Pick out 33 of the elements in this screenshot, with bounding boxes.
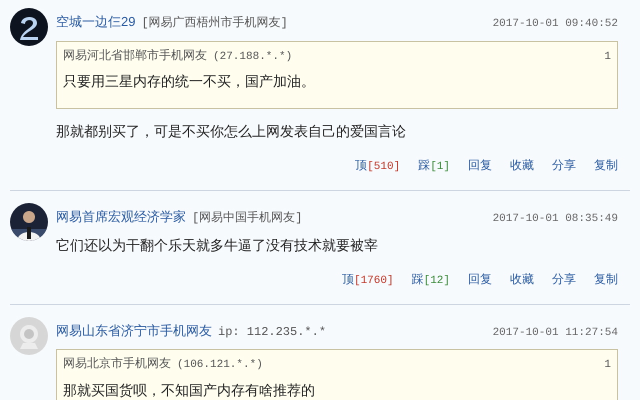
quote-text: 只要用三星内存的统一不买，国产加油。 (63, 72, 316, 91)
action-link[interactable]: 复制 (594, 270, 618, 290)
quote-author: 网易河北省邯郸市手机网友 (63, 46, 207, 64)
downvote-link[interactable]: 踩[12] (412, 270, 450, 290)
user-location: [网易广西梧州市手机网友] (141, 15, 288, 32)
action-link[interactable]: 回复 (468, 270, 492, 290)
user-location: [网易中国手机网友] (192, 210, 302, 226)
username-link[interactable]: 网易山东省济宁市手机网友 (56, 320, 212, 340)
downvote-link[interactable]: 踩[1] (418, 156, 450, 176)
action-link[interactable]: 收藏 (510, 156, 534, 176)
avatar-logo-icon (10, 8, 48, 46)
comment-text: 它们还以为干翻个乐天就多牛逼了没有技术就要被宰 (56, 236, 379, 255)
action-link[interactable]: 分享 (552, 156, 576, 176)
default-avatar-icon (10, 316, 48, 354)
action-link[interactable]: 复制 (594, 156, 618, 176)
floor-number: 1 (604, 358, 611, 373)
user-location: ip: 112.235.*.* (218, 324, 326, 340)
action-link[interactable]: 分享 (552, 270, 576, 290)
quote-ip: (106.121.*.*) (177, 358, 263, 373)
comment-time: 2017-10-01 08:35:49 (492, 212, 618, 226)
action-link[interactable]: 收藏 (510, 270, 534, 290)
comment-time: 2017-10-01 09:40:52 (492, 17, 618, 32)
quote-ip: (27.188.*.*) (213, 50, 292, 64)
comment-time: 2017-10-01 11:27:54 (492, 326, 618, 340)
username-link[interactable]: 空城一边仨29 (56, 12, 136, 32)
quote-text: 那就买国货呗，不知国产内存有啥推荐的 (63, 380, 316, 400)
username-link[interactable]: 网易首席宏观经济学家 (56, 206, 186, 226)
upvote-link[interactable]: 顶[510] (355, 156, 400, 176)
quote-author: 网易北京市手机网友 (63, 355, 171, 372)
action-link[interactable]: 回复 (468, 156, 492, 176)
upvote-link[interactable]: 顶[1760] (342, 270, 394, 290)
floor-number: 1 (604, 50, 611, 64)
comment-text: 那就都别买了，可是不买你怎么上网发表自己的爱国言论 (56, 122, 407, 141)
